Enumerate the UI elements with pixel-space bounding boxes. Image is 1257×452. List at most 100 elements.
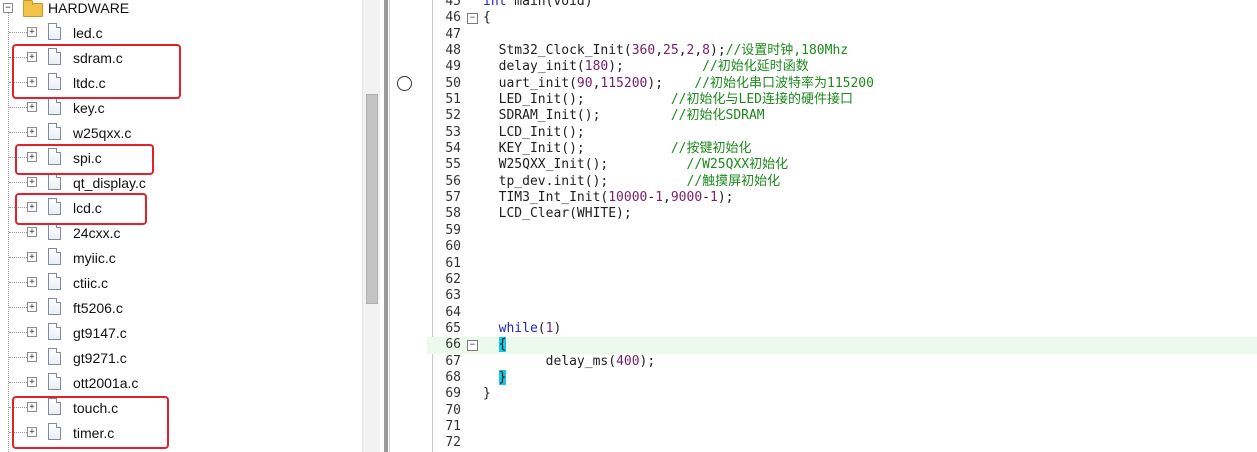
- line-number: 69: [445, 386, 461, 402]
- code-line[interactable]: 46−{: [427, 10, 1257, 26]
- code-line[interactable]: 61: [427, 256, 1257, 272]
- tree-connector: [9, 32, 27, 33]
- tree-scrollbar[interactable]: [362, 0, 380, 452]
- breakpoint-marker-icon[interactable]: [397, 76, 412, 91]
- code-token: {: [483, 10, 491, 26]
- expand-icon[interactable]: +: [27, 327, 37, 337]
- line-number: 70: [445, 402, 461, 418]
- code-text: {: [483, 337, 507, 353]
- code-line[interactable]: 45 int main(void): [427, 0, 1257, 10]
- code-line[interactable]: 60: [427, 239, 1257, 255]
- tree-connector: [9, 307, 27, 308]
- fold-collapse-icon[interactable]: −: [467, 13, 478, 25]
- code-token: }: [483, 386, 491, 402]
- code-line[interactable]: 54 KEY_Init(); //按键初始化: [427, 141, 1257, 157]
- code-line[interactable]: 71: [427, 419, 1257, 435]
- expand-icon[interactable]: +: [27, 302, 37, 312]
- code-line[interactable]: 72: [427, 435, 1257, 451]
- line-number: 66: [445, 337, 461, 353]
- code-line[interactable]: 69}: [427, 386, 1257, 402]
- c-file-icon: [48, 298, 61, 315]
- expand-icon[interactable]: +: [27, 27, 37, 37]
- expand-icon[interactable]: +: [27, 102, 37, 112]
- code-text: delay_ms(400);: [483, 353, 656, 370]
- code-line[interactable]: 47: [427, 27, 1257, 43]
- project-tree[interactable]: − HARDWARE + led.c + sdram.c + ltdc.c + key.c + w…: [0, 0, 380, 452]
- code-line[interactable]: 55 W25QXX_Init(); //W25QXX初始化: [427, 157, 1257, 173]
- code-line[interactable]: 49 delay_init(180); //初始化延时函数: [427, 59, 1257, 75]
- code-line[interactable]: 53 LCD_Init();: [427, 125, 1257, 141]
- code-editor[interactable]: 45 int main(void) 46−{47 48 Stm32_Clock_Ini…: [427, 0, 1257, 452]
- tree-file-item[interactable]: + gt9147.c: [0, 320, 380, 345]
- file-label: ctiic.c: [73, 275, 108, 291]
- c-file-icon: [48, 123, 61, 140]
- tree-file-item[interactable]: + ft5206.c: [0, 295, 380, 320]
- code-token: );: [647, 75, 695, 91]
- code-line[interactable]: 70: [427, 403, 1257, 419]
- line-number: 51: [445, 92, 461, 108]
- line-number: 52: [445, 108, 461, 124]
- code-line[interactable]: 51 LED_Init(); //初始化与LED连接的硬件接口: [427, 92, 1257, 108]
- tree-file-item[interactable]: + w25qxx.c: [0, 120, 380, 145]
- tree-file-item[interactable]: + gt9271.c: [0, 345, 380, 370]
- expand-icon[interactable]: +: [27, 127, 37, 137]
- code-line[interactable]: 48 Stm32_Clock_Init(360,25,2,8);//设置时钟,1…: [427, 43, 1257, 59]
- tree-connector: [9, 132, 27, 133]
- file-label: ott2001a.c: [73, 375, 139, 391]
- expand-icon[interactable]: +: [27, 252, 37, 262]
- fold-collapse-icon[interactable]: −: [467, 340, 478, 352]
- code-token: );: [608, 59, 703, 75]
- line-number: 62: [445, 271, 461, 287]
- tree-file-item[interactable]: + ott2001a.c: [0, 370, 380, 395]
- code-token: -: [702, 190, 710, 206]
- tree-file-item[interactable]: + myiic.c: [0, 245, 380, 270]
- code-token: //W25QXX初始化: [686, 157, 789, 173]
- code-line[interactable]: 62: [427, 272, 1257, 288]
- c-file-icon: [48, 373, 61, 390]
- editor-gutter[interactable]: [391, 0, 427, 452]
- expand-icon[interactable]: +: [27, 377, 37, 387]
- code-line[interactable]: 58 LCD_Clear(WHITE);: [427, 206, 1257, 222]
- expand-icon[interactable]: +: [27, 277, 37, 287]
- code-line[interactable]: 59: [427, 223, 1257, 239]
- expand-icon[interactable]: +: [27, 177, 37, 187]
- code-line[interactable]: 64: [427, 305, 1257, 321]
- collapse-icon[interactable]: −: [3, 3, 13, 13]
- code-line[interactable]: 68 }: [427, 369, 1257, 386]
- code-line[interactable]: 52 SDRAM_Init(); //初始化SDRAM: [427, 108, 1257, 124]
- code-token: 9000: [670, 190, 703, 206]
- expand-icon[interactable]: +: [27, 352, 37, 362]
- code-token: W25QXX_Init();: [483, 157, 687, 173]
- code-line[interactable]: 50 uart_init(90,115200); //初始化串口波特率为1152…: [427, 76, 1257, 92]
- code-token: main(void): [506, 0, 593, 9]
- line-number: 68: [445, 369, 461, 385]
- code-text: LCD_Init();: [483, 125, 585, 141]
- code-text: KEY_Init(); //按键初始化: [483, 141, 752, 157]
- line-number: 48: [445, 43, 461, 59]
- code-token: 25: [663, 43, 679, 59]
- code-text: while(1): [483, 320, 562, 337]
- expand-icon[interactable]: +: [27, 227, 37, 237]
- scrollbar-thumb[interactable]: [366, 94, 378, 304]
- code-token: (: [537, 320, 546, 336]
- code-line[interactable]: 57 TIM3_Int_Init(10000-1,9000-1);: [427, 190, 1257, 206]
- tree-file-item[interactable]: + led.c: [0, 20, 380, 45]
- code-line[interactable]: 65 while(1): [427, 321, 1257, 337]
- code-text: TIM3_Int_Init(10000-1,9000-1);: [483, 190, 734, 206]
- editor-border: [389, 0, 390, 452]
- code-text: }: [483, 386, 491, 402]
- code-token: 1: [710, 190, 718, 206]
- panel-splitter[interactable]: [384, 0, 388, 452]
- code-token: delay_ms(: [483, 353, 617, 369]
- tree-group-hardware[interactable]: − HARDWARE: [0, 0, 380, 20]
- code-line[interactable]: 63: [427, 288, 1257, 304]
- code-line[interactable]: 67 delay_ms(400);: [427, 354, 1257, 370]
- line-number: 59: [445, 222, 461, 238]
- tree-connector: [9, 382, 27, 383]
- code-token: //初始化与LED连接的硬件接口: [670, 92, 853, 108]
- tree-file-item[interactable]: + ctiic.c: [0, 270, 380, 295]
- code-text: W25QXX_Init(); //W25QXX初始化: [483, 157, 788, 173]
- code-line[interactable]: 56 tp_dev.init(); //触摸屏初始化: [427, 174, 1257, 190]
- code-token: //触摸屏初始化: [686, 173, 781, 189]
- code-line[interactable]: 66− {: [427, 337, 1257, 354]
